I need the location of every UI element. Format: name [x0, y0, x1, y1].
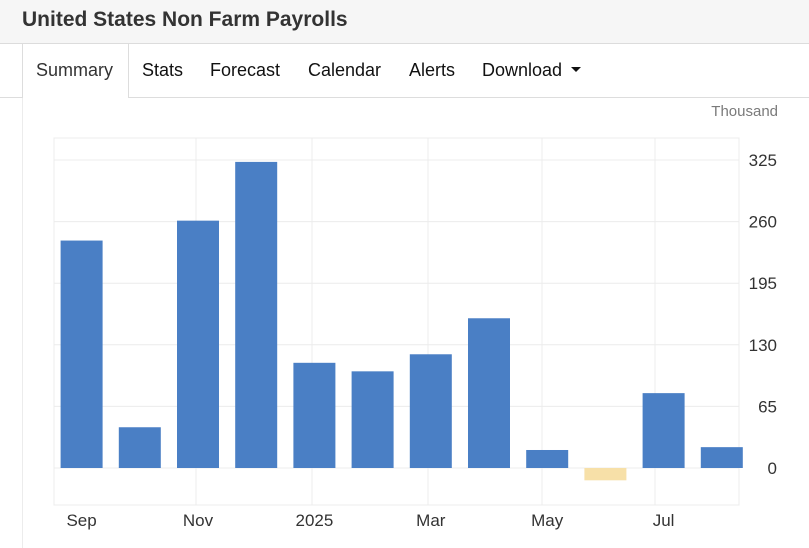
bar-2025 [293, 362, 336, 468]
title-bar: United States Non Farm Payrolls [0, 0, 809, 44]
chart: 0 65 130 195 260 325 Sep Nov 2025 Mar May Jul [53, 137, 777, 530]
bar-oct [118, 427, 161, 468]
tab-calendar[interactable]: Calendar [308, 44, 381, 97]
y-tick-label: 130 [749, 336, 777, 355]
x-tick-label: Nov [183, 511, 214, 530]
bar-mar [409, 354, 452, 468]
bar-dec [235, 161, 278, 468]
y-tick-label: 0 [768, 459, 777, 478]
tab-stats[interactable]: Stats [142, 44, 183, 97]
bar-sep [60, 240, 103, 468]
tab-forecast[interactable]: Forecast [210, 44, 280, 97]
tab-alerts[interactable]: Alerts [409, 44, 455, 97]
x-tick-label: May [531, 511, 564, 530]
y-tick-label: 325 [749, 151, 777, 170]
y-tick-label: 260 [749, 213, 777, 232]
bar-may [526, 449, 569, 468]
bar-apr [468, 318, 510, 468]
y-tick-label: 195 [749, 274, 777, 293]
chevron-down-icon [571, 66, 582, 72]
x-tick-label: Jul [653, 511, 675, 530]
tab-download[interactable]: Download [482, 44, 582, 97]
x-tick-label: Mar [416, 511, 446, 530]
x-tick-label: 2025 [295, 511, 333, 530]
tab-bar: Summary Stats Forecast Calendar Alerts D… [0, 44, 809, 98]
bar-aug [700, 447, 743, 468]
bar-feb [351, 371, 394, 468]
bar-jun [584, 468, 627, 481]
page-title: United States Non Farm Payrolls [22, 8, 348, 31]
bar-nov [177, 220, 219, 468]
bar-jul [642, 393, 685, 468]
tab-summary[interactable]: Summary [22, 44, 129, 98]
x-tick-label: Sep [66, 511, 96, 530]
y-tick-label: 65 [758, 397, 777, 416]
